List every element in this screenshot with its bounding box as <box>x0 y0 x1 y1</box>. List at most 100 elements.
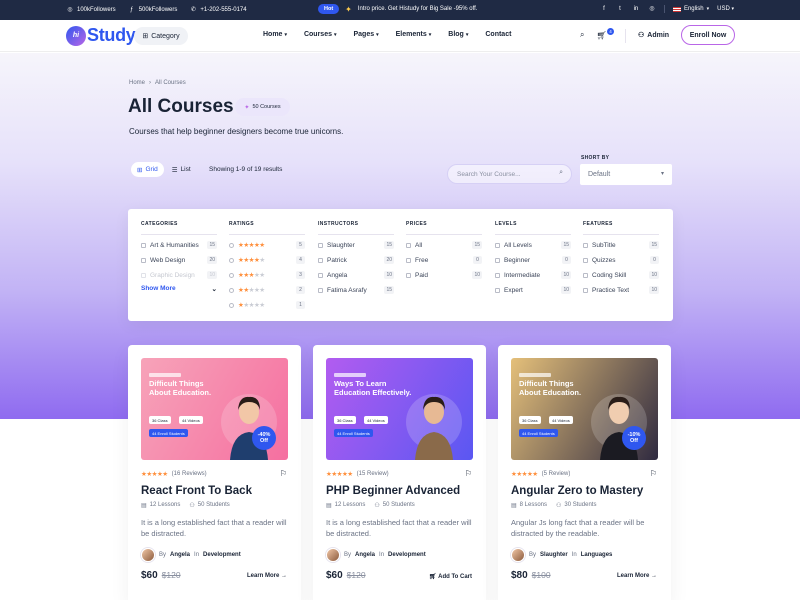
radio-button[interactable] <box>229 242 234 248</box>
checkbox[interactable] <box>141 257 146 263</box>
search-icon[interactable]: ⌕ <box>559 169 563 177</box>
cart-count-badge: 4 <box>607 28 614 35</box>
chevron-down-icon: ▾ <box>731 6 734 12</box>
category-link[interactable]: Development <box>388 552 426 558</box>
checkbox[interactable] <box>318 257 323 263</box>
course-rating: ★★★★★ (15 Review) <box>326 471 389 478</box>
course-action-link[interactable]: Learn More → <box>617 573 657 579</box>
show-more-button[interactable]: Show More ⌄ <box>141 285 217 293</box>
avatar[interactable] <box>511 548 525 562</box>
star-rating-icon: ★★★★★ <box>238 272 265 279</box>
radio-button[interactable] <box>229 287 234 293</box>
course-meta: ▤ 12 Lessons ⚇ 50 Students <box>326 502 415 509</box>
view-toggle: ⊞ Grid ☰ List <box>131 162 199 177</box>
phone-number[interactable]: ✆ +1-202-555-0174 <box>189 6 247 14</box>
course-price: $80 $100 <box>511 570 551 581</box>
checkbox[interactable] <box>406 242 411 248</box>
nav-contact[interactable]: Contact <box>485 31 511 38</box>
linkedin-icon[interactable]: in <box>632 5 640 13</box>
facebook-followers[interactable]: ƒ 500kFollowers <box>128 6 177 14</box>
search-icon[interactable]: ⌕ <box>580 30 584 40</box>
checkbox[interactable] <box>583 272 588 278</box>
category-link[interactable]: Languages <box>581 552 613 558</box>
nav-home[interactable]: Home <box>263 31 287 38</box>
checkbox[interactable] <box>318 287 323 293</box>
filter-ratings: RATINGS ★★★★★ 5 ★★★★★ 4 ★★★★★ 3 ★★★★★ 2 ★★★★★ 1 <box>229 221 305 310</box>
rating-option[interactable]: ★★★★★ 2 <box>229 285 305 295</box>
radio-button[interactable] <box>229 272 234 278</box>
twitter-icon[interactable]: t <box>616 5 624 13</box>
course-card[interactable]: Difficult Things About Education. 36 Cla… <box>498 345 671 600</box>
language-select[interactable]: English ▾ <box>672 6 709 12</box>
avatar[interactable] <box>326 548 340 562</box>
course-title[interactable]: Angular Zero to Mastery <box>511 485 643 497</box>
course-description: It is a long established fact that a rea… <box>141 518 287 538</box>
radio-button[interactable] <box>229 302 234 308</box>
enroll-now-button[interactable]: Enroll Now <box>681 25 735 45</box>
admin-link[interactable]: ⚇ Admin <box>638 31 669 40</box>
author-name[interactable]: Slaughter <box>540 552 568 558</box>
filter-categories: CATEGORIES Art & Humanities 15 Web Design… <box>141 221 217 293</box>
grid-view-button[interactable]: ⊞ Grid <box>131 162 164 177</box>
course-thumbnail[interactable]: Ways To Learn Education Effectively. 36 … <box>326 358 473 460</box>
breadcrumb-current: All Courses <box>155 80 186 86</box>
star-rating-icon: ★★★★★ <box>238 287 265 294</box>
checkbox[interactable] <box>318 272 323 278</box>
course-title[interactable]: React Front To Back <box>141 485 252 497</box>
bookmark-icon[interactable]: ⚐ <box>465 469 472 478</box>
checkbox[interactable] <box>141 242 146 248</box>
checkbox[interactable] <box>583 287 588 293</box>
nav-elements[interactable]: Elements <box>396 31 432 38</box>
sort-select[interactable]: Default ▾ <box>580 164 672 185</box>
rating-option[interactable]: ★★★★★ 5 <box>229 240 305 250</box>
course-card[interactable]: Ways To Learn Education Effectively. 36 … <box>313 345 486 600</box>
course-action-link[interactable]: 🛒︎ Add To Cart <box>429 573 472 580</box>
logo-badge: hi <box>66 25 86 46</box>
rating-option[interactable]: ★★★★★ 4 <box>229 255 305 265</box>
instagram-followers[interactable]: ◎ 100kFollowers <box>66 6 115 14</box>
star-rating-icon: ★★★★★ <box>238 242 265 249</box>
radio-button[interactable] <box>229 257 234 263</box>
breadcrumb-separator: › <box>149 80 152 86</box>
avatar[interactable] <box>141 548 155 562</box>
instagram-icon[interactable]: ◎ <box>648 5 656 13</box>
page-title: All Courses <box>128 96 234 117</box>
author-name[interactable]: Angela <box>355 552 375 558</box>
checkbox[interactable] <box>495 272 500 278</box>
checkbox[interactable] <box>406 257 411 263</box>
checkbox[interactable] <box>318 242 323 248</box>
results-count: Showing 1-9 of 19 results <box>209 166 283 173</box>
filter-features: FEATURES SubTitle 15 Quizzes 0 Coding Skil… <box>583 221 659 294</box>
course-thumbnail[interactable]: Difficult Things About Education. 36 Cla… <box>141 358 288 460</box>
course-action-link[interactable]: Learn More → <box>247 573 287 579</box>
category-link[interactable]: Development <box>203 552 241 558</box>
checkbox[interactable] <box>141 272 146 278</box>
course-thumbnail[interactable]: Difficult Things About Education. 36 Cla… <box>511 358 658 460</box>
checkbox[interactable] <box>495 287 500 293</box>
checkbox[interactable] <box>583 257 588 263</box>
checkbox[interactable] <box>406 272 411 278</box>
checkbox[interactable] <box>495 242 500 248</box>
rating-option[interactable]: ★★★★★ 1 <box>229 300 305 310</box>
author-name[interactable]: Angela <box>170 552 190 558</box>
rating-option[interactable]: ★★★★★ 3 <box>229 270 305 280</box>
promo-text[interactable]: Intro price. Get Histudy for Big Sale -9… <box>358 6 478 12</box>
category-button[interactable]: ⊞ Category <box>134 27 188 45</box>
course-search-input[interactable]: Search Your Course... ⌕ <box>447 164 572 184</box>
checkbox[interactable] <box>495 257 500 263</box>
cart-icon[interactable]: 🛒︎ <box>596 31 606 40</box>
bookmark-icon[interactable]: ⚐ <box>280 469 287 478</box>
course-title[interactable]: PHP Beginner Advanced <box>326 485 460 497</box>
currency-select[interactable]: USD ▾ <box>717 6 734 12</box>
facebook-icon[interactable]: f <box>600 5 608 13</box>
thumbnail-tag <box>334 373 366 377</box>
breadcrumb-home[interactable]: Home <box>129 80 145 86</box>
checkbox[interactable] <box>583 242 588 248</box>
nav-blog[interactable]: Blog <box>448 31 468 38</box>
list-view-button[interactable]: ☰ List <box>166 162 197 177</box>
nav-courses[interactable]: Courses <box>304 31 337 38</box>
bookmark-icon[interactable]: ⚐ <box>650 469 657 478</box>
course-card[interactable]: Difficult Things About Education. 36 Cla… <box>128 345 301 600</box>
logo[interactable]: hi Study <box>66 25 136 46</box>
nav-pages[interactable]: Pages <box>354 31 379 38</box>
